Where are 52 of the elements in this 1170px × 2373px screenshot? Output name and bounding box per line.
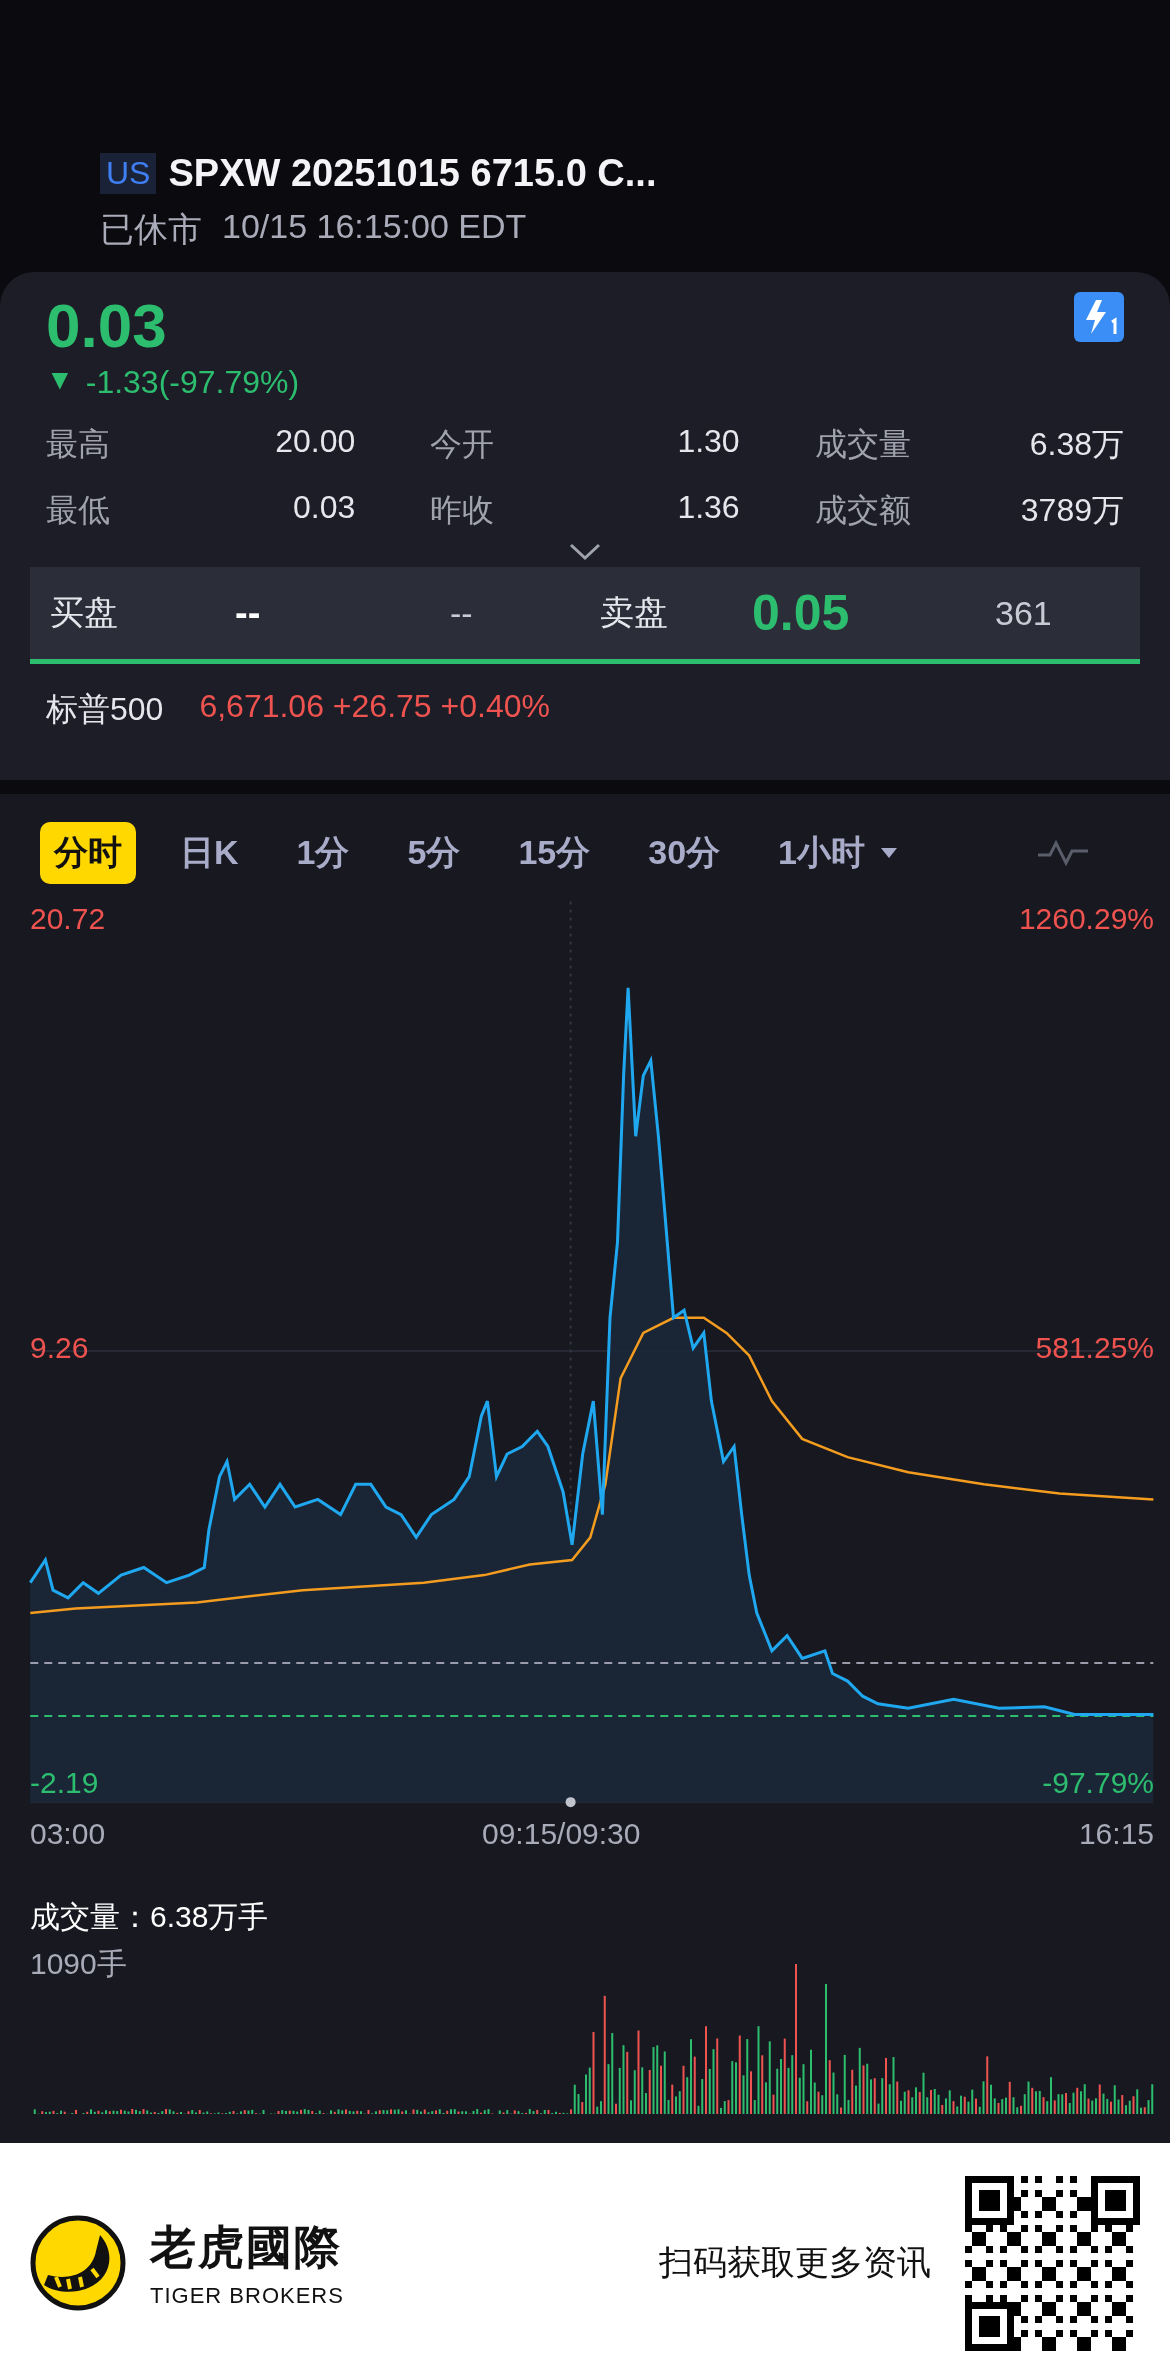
volume-total: 6.38万手 [150,1900,269,1933]
chart-tab[interactable]: 1分 [282,822,364,884]
ask-size: 361 [995,593,1053,633]
price-axis-label: 20.72 [30,901,106,936]
stat-value: 0.03 [293,489,356,528]
time-axis-label: 03:00 [30,1817,106,1852]
ask-label: 卖盘 [600,592,669,634]
axis-dot [565,1797,576,1808]
market-status: 已休市 [100,209,202,250]
stat-value: 1.36 [677,489,740,528]
brand-name-english: TIGER BROKERS [150,2283,344,2309]
stat-value: 3789万 [1020,491,1124,531]
stat-label: 今开 [430,425,495,465]
stat-label: 最低 [46,491,110,531]
price-change: -1.33(-97.79%) [85,364,300,402]
stat-value: 20.00 [275,423,356,462]
chart-tab[interactable]: 分时 [40,822,136,884]
lightning-icon[interactable] [1074,292,1124,342]
stat-value: 6.38万 [1029,425,1124,465]
volume-title: 成交量： [30,1900,150,1933]
stat-label: 最高 [46,425,110,465]
qr-caption: 扫码获取更多资讯 [659,2242,931,2283]
price-axis-label: 9.26 [30,1331,89,1366]
stat-label: 成交额 [814,491,911,531]
chart-tab[interactable]: 15分 [504,822,605,884]
timestamp: 10/15 16:15:00 EDT [222,207,527,247]
bid-price: -- [235,591,262,635]
bid-label: 买盘 [50,592,119,634]
stat-label: 成交量 [814,425,911,465]
stat-value: 1.30 [677,423,740,462]
chart-tab[interactable]: 5分 [393,822,475,884]
brand-name: 老虎國際 [150,2220,343,2275]
contract-title: SPXW 20251015 6715.0 C... [168,152,657,195]
volume-max-label: 1090手 [30,1946,127,1982]
ask-price: 0.05 [752,584,851,643]
index-name: 标普500 [46,690,164,730]
time-axis-label: 09:15/09:30 [482,1817,641,1852]
down-triangle-icon: ▼ [46,364,74,402]
last-price: 0.03 [46,292,167,361]
bid-size: -- [450,593,474,633]
time-axis-label: 16:15 [1078,1817,1154,1852]
chart-tab[interactable]: 日K [166,822,253,884]
indicator-icon[interactable] [1036,839,1090,867]
chart-tab[interactable]: 30分 [634,822,735,884]
percent-axis-label: 1260.29% [1018,901,1154,936]
stat-label: 昨收 [430,491,495,531]
percent-axis-label: 581.25% [1035,1331,1154,1366]
market-badge: US [100,153,157,194]
index-quote: 6,671.06 +26.75 +0.40% [199,688,550,727]
percent-axis-label: -97.79% [1042,1765,1154,1800]
price-axis-label: -2.19 [30,1765,99,1800]
chart-tab[interactable]: 1小时 [764,822,911,884]
